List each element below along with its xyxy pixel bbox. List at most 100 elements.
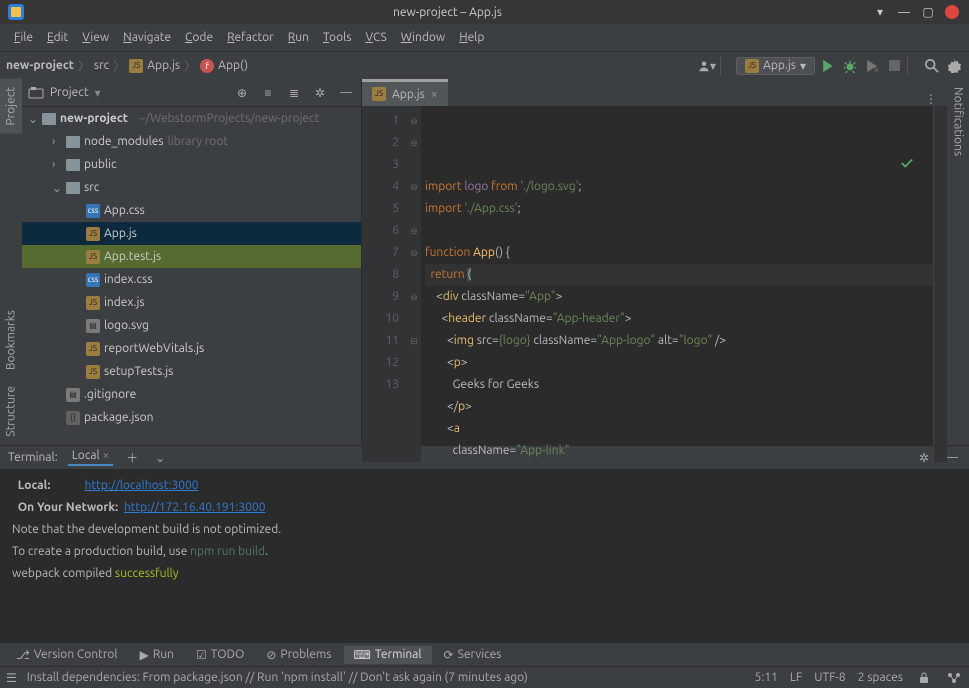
window-title: new-project – App.js [30,6,865,19]
breadcrumb[interactable]: new-project 〉 src 〉 JS App.js 〉 f App() [6,57,248,74]
project-tool-button[interactable]: Project [0,79,22,134]
menu-tools[interactable]: Tools [317,29,358,46]
editor-scrollbar[interactable] [933,106,947,462]
collapse-all-icon[interactable]: ≣ [285,84,303,102]
notifications-tool-button[interactable]: Notifications [947,79,969,164]
fold-gutter[interactable]: ⊖⊖⊖⊖⊖⊖⊟ [407,106,421,462]
coverage-button[interactable] [863,57,881,75]
tool-tab-terminal[interactable]: ⌨ Terminal [344,646,432,664]
terminal-dropdown-icon[interactable]: ⌄ [151,449,169,467]
run-icon: ▶ [140,648,149,662]
navigation-toolbar: new-project 〉 src 〉 JS App.js 〉 f App() … [0,51,969,79]
close-icon[interactable]: × [431,88,438,101]
chevron-icon[interactable]: › [52,158,62,171]
panel-settings-icon[interactable]: ✲ [311,84,329,102]
readonly-lock-icon[interactable] [915,669,933,687]
user-icon[interactable]: ▾ [698,57,716,75]
breadcrumb-file[interactable]: App.js [147,59,180,72]
tree-item[interactable]: css App.css [22,199,361,222]
tree-root[interactable]: ⌄ new-project ~/WebstormProjects/new-pro… [22,107,361,130]
status-message-icon[interactable]: ☰ [6,671,17,685]
indent-setting[interactable]: 2 spaces [858,671,903,684]
expand-all-icon[interactable]: ≡ [259,84,277,102]
menu-code[interactable]: Code [179,29,219,46]
close-icon[interactable]: × [102,449,109,462]
menu-vcs[interactable]: VCS [359,29,392,46]
locate-icon[interactable]: ⊕ [233,84,251,102]
chevron-icon[interactable]: ⌄ [52,181,62,195]
add-terminal-icon[interactable]: ＋ [123,449,141,467]
run-button[interactable] [819,57,837,75]
tree-item[interactable]: ▤ .gitignore [22,383,361,406]
tree-item[interactable]: JS setupTests.js [22,360,361,383]
chevron-right-icon: 〉 [113,57,125,74]
js-file-icon: JS [86,365,100,379]
tool-tab-run[interactable]: ▶ Run [130,646,184,664]
run-config-selector[interactable]: JS App.js ▾ [736,57,815,75]
project-scope-icon [28,86,44,100]
line-separator[interactable]: LF [790,671,802,684]
menu-more-icon[interactable]: ▾ [871,3,889,21]
menu-refactor[interactable]: Refactor [221,29,280,46]
menu-navigate[interactable]: Navigate [117,29,177,46]
file-icon: ▤ [66,388,80,402]
minimize-icon[interactable]: — [895,3,913,21]
hide-panel-icon[interactable]: — [337,84,355,102]
settings-icon[interactable] [945,57,963,75]
tree-item[interactable]: JS reportWebVitals.js [22,337,361,360]
menu-file[interactable]: File [8,29,39,46]
close-icon[interactable] [943,3,961,21]
tree-item[interactable]: JS App.test.js [22,245,361,268]
file-encoding[interactable]: UTF-8 [814,671,845,684]
tree-item[interactable]: JS App.js [22,222,361,245]
line-gutter[interactable]: 12345678910111213 [362,106,407,462]
tree-item[interactable]: ⌄ src [22,176,361,199]
menu-help[interactable]: Help [453,29,490,46]
maximize-icon[interactable]: ▢ [919,3,937,21]
chevron-icon[interactable]: › [52,135,62,148]
menu-view[interactable]: View [76,29,115,46]
chevron-down-icon[interactable]: ▾ [95,86,101,100]
tool-tab-problems[interactable]: ⊘ Problems [256,646,341,664]
js-file-icon: JS [86,342,100,356]
breadcrumb-project[interactable]: new-project [6,59,74,72]
terminal-tab[interactable]: Local × [68,449,114,466]
menu-edit[interactable]: Edit [41,29,74,46]
terminal-output[interactable]: Local: http://localhost:3000 On Your Net… [0,469,969,642]
tree-item[interactable]: css index.css [22,268,361,291]
tool-tab-version-control[interactable]: ⎇ Version Control [6,646,128,664]
tool-tab-services[interactable]: ⟳ Services [434,646,512,664]
search-icon[interactable] [923,57,941,75]
project-dropdown-label[interactable]: Project [50,86,89,99]
bookmarks-tool-button[interactable]: Bookmarks [0,302,22,378]
status-message[interactable]: Install dependencies: From package.json … [27,671,528,684]
version-control-icon: ⎇ [16,648,30,662]
breadcrumb-folder[interactable]: src [94,59,109,72]
editor-tab[interactable]: JS App.js × [362,79,448,106]
source-text[interactable]: import logo from './logo.svg';import './… [421,106,933,462]
tree-item[interactable]: JS index.js [22,291,361,314]
menu-window[interactable]: Window [395,29,451,46]
menu-run[interactable]: Run [282,29,315,46]
tree-item[interactable]: › node_modules library root [22,130,361,153]
tree-item[interactable]: ▤ logo.svg [22,314,361,337]
folder-icon [66,159,80,171]
breadcrumb-symbol[interactable]: App() [218,59,248,72]
editor-more-icon[interactable]: ⋮ [915,92,947,106]
project-tree[interactable]: ⌄ new-project ~/WebstormProjects/new-pro… [22,107,361,445]
tool-tab-todo[interactable]: ☑ TODO [186,646,254,664]
code-editor[interactable]: 12345678910111213 ⊖⊖⊖⊖⊖⊖⊟ import logo fr… [362,106,947,462]
project-panel: Project ▾ ⊕ ≡ ≣ ✲ — ⌄ new-project ~/Webs… [22,79,362,445]
structure-tool-button[interactable]: Structure [0,378,22,445]
tree-item[interactable]: › public [22,153,361,176]
problems-ok-icon[interactable] [900,112,927,214]
chevron-down-icon[interactable]: ⌄ [28,112,38,126]
tree-item[interactable]: {} package.json [22,406,361,429]
caret-position[interactable]: 5:11 [755,671,778,684]
terminal-icon: ⌨ [354,648,371,662]
debug-button[interactable] [841,57,859,75]
terminal-link[interactable]: http://172.16.40.191:3000 [124,501,266,514]
chevron-down-icon: ▾ [800,59,806,73]
terminal-link[interactable]: http://localhost:3000 [85,479,199,492]
processes-icon[interactable] [945,669,963,687]
